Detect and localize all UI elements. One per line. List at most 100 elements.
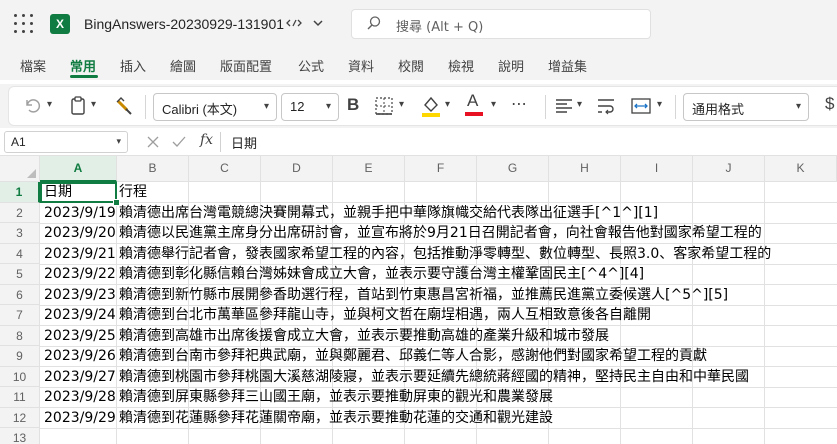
spreadsheet-grid[interactable]: A B C D E F G H I J K 1 日期 行程 2 2023/9/1… [0, 156, 837, 444]
cell-date[interactable]: 2023/9/20 [44, 223, 116, 243]
column-header-e[interactable]: E [333, 156, 405, 182]
search-input[interactable]: 搜尋 (Alt + Q) [396, 16, 483, 35]
row-header[interactable]: 12 [0, 407, 40, 428]
undo-chevron-icon[interactable]: ▾ [47, 99, 52, 110]
row-header[interactable]: 11 [0, 387, 40, 408]
cell-itinerary[interactable]: 賴清德到台北市萬華區參拜龍山寺，並與柯文哲在廟埕相遇，兩人互相致意後各自離開 [119, 305, 837, 325]
cell-itinerary[interactable]: 賴清德出席台灣電競總決賽開幕式，並親手把中華隊旗幟交給代表隊出征選手[^1^][… [119, 203, 837, 223]
wrap-text-icon[interactable] [597, 97, 615, 115]
chevron-down-icon: ▾ [263, 101, 269, 112]
row-header[interactable]: 6 [0, 284, 40, 305]
cell-date[interactable]: 2023/9/28 [44, 387, 116, 407]
fill-handle[interactable] [113, 199, 120, 206]
tab-insert[interactable]: 插入 [120, 56, 146, 75]
cell-date[interactable]: 2023/9/22 [44, 264, 116, 284]
cell-itinerary[interactable]: 賴清德到屏東縣參拜三山國王廟，並表示要推動屏東的觀光和農業發展 [119, 387, 837, 407]
fill-color-icon[interactable] [421, 94, 441, 118]
borders-icon[interactable] [375, 97, 393, 115]
title-bar: X BingAnswers-20230929-131901 搜尋 (Alt + … [0, 0, 837, 48]
row-header[interactable]: 13 [0, 428, 40, 444]
cell-date[interactable]: 2023/9/24 [44, 305, 116, 325]
cancel-icon[interactable] [146, 135, 160, 149]
cell-itinerary[interactable]: 賴清德到桃園市參拜桃園大溪慈湖陵寢，並表示要延續先總統蔣經國的精神，堅持民主自由… [119, 367, 837, 387]
bold-button[interactable]: B [347, 95, 359, 115]
row-header[interactable]: 4 [0, 243, 40, 264]
document-title[interactable]: BingAnswers-20230929-131901 [84, 14, 284, 34]
cell-itinerary[interactable]: 賴清德到新竹縣市展開參香助選行程，首站到竹東惠昌宮祈福，並推薦民進黨立委候選人[… [119, 285, 837, 305]
merge-cells-icon[interactable] [631, 97, 651, 115]
cell-itinerary[interactable]: 行程 [119, 182, 837, 202]
format-painter-icon[interactable] [115, 96, 135, 116]
column-header-g[interactable]: G [477, 156, 549, 182]
font-color-chevron-icon[interactable]: ▾ [491, 99, 496, 110]
paste-icon[interactable] [69, 96, 87, 116]
active-cell-border [40, 182, 117, 203]
tab-review[interactable]: 校閱 [398, 56, 424, 75]
cell-itinerary[interactable]: 賴清德到花蓮縣參拜花蓮關帝廟，並表示要推動花蓮的交通和觀光建設 [119, 408, 837, 428]
tab-file[interactable]: 檔案 [20, 56, 46, 75]
number-format-select[interactable]: 通用格式 ▾ [683, 93, 809, 121]
row-header[interactable]: 5 [0, 264, 40, 285]
row-header[interactable]: 9 [0, 346, 40, 367]
column-header-a[interactable]: A [40, 156, 117, 182]
font-color-button[interactable]: A [467, 91, 478, 111]
paste-chevron-icon[interactable]: ▾ [91, 99, 96, 110]
undo-icon[interactable] [23, 96, 41, 114]
select-all-corner[interactable] [0, 156, 40, 182]
column-header-b[interactable]: B [117, 156, 189, 182]
tab-addins[interactable]: 增益集 [548, 56, 587, 75]
cell-itinerary[interactable] [119, 428, 837, 444]
row-header[interactable]: 1 [0, 182, 40, 203]
chevron-down-icon[interactable] [312, 17, 324, 29]
tab-home[interactable]: 常用 [70, 56, 96, 75]
cell-date[interactable]: 2023/9/26 [44, 346, 116, 366]
tab-data[interactable]: 資料 [348, 56, 374, 75]
tab-help[interactable]: 說明 [498, 56, 524, 75]
merge-chevron-icon[interactable]: ▾ [657, 99, 662, 110]
column-header-c[interactable]: C [189, 156, 261, 182]
cell-date[interactable]: 2023/9/27 [44, 367, 116, 387]
column-header-i[interactable]: I [621, 156, 693, 182]
row-header[interactable]: 10 [0, 366, 40, 387]
more-options-icon[interactable]: ⋯ [511, 94, 527, 113]
cell-itinerary[interactable]: 賴清德以民進黨主席身分出席研討會，並宣布將於9月21日召開記者會，向社會報告他對… [119, 223, 837, 243]
column-header-h[interactable]: H [549, 156, 621, 182]
name-box[interactable]: A1 ▾ [4, 131, 128, 153]
currency-format-button[interactable]: $ [825, 94, 834, 114]
column-header-d[interactable]: D [261, 156, 333, 182]
column-header-f[interactable]: F [405, 156, 477, 182]
tab-page-layout[interactable]: 版面配置 [220, 56, 272, 75]
cell-date[interactable]: 2023/9/25 [44, 326, 116, 346]
cell-itinerary[interactable]: 賴清德舉行記者會，發表國家希望工程的內容，包括推動淨零轉型、數位轉型、長照3.0… [119, 244, 837, 264]
row-header[interactable]: 2 [0, 202, 40, 223]
search-box[interactable]: 搜尋 (Alt + Q) [351, 9, 651, 39]
tab-draw[interactable]: 繪圖 [170, 56, 196, 75]
tab-view[interactable]: 檢視 [448, 56, 474, 75]
font-name-select[interactable]: Calibri (本文) ▾ [153, 93, 277, 121]
formula-input[interactable]: 日期 [231, 133, 257, 152]
tab-formulas[interactable]: 公式 [298, 56, 324, 75]
borders-chevron-icon[interactable]: ▾ [399, 99, 404, 110]
cell-date[interactable]: 2023/9/21 [44, 244, 116, 264]
cell-itinerary[interactable]: 賴清德到彰化縣信賴台灣姊妹會成立大會，並表示要守護台灣主權鞏固民主[^4^][4… [119, 264, 837, 284]
font-size-select[interactable]: 12 ▾ [281, 93, 339, 121]
align-chevron-icon[interactable]: ▾ [577, 99, 582, 110]
column-header-j[interactable]: J [693, 156, 765, 182]
column-header-k[interactable]: K [765, 156, 837, 182]
row-header[interactable]: 3 [0, 223, 40, 244]
align-icon[interactable] [555, 97, 573, 115]
cell-date[interactable] [44, 428, 116, 444]
waffle-icon[interactable] [14, 14, 34, 34]
cell-itinerary[interactable]: 賴清德到台南市參拜祀典武廟，並與鄭麗君、邱義仁等人合影，感謝他們對國家希望工程的… [119, 346, 837, 366]
cell-date[interactable]: 2023/9/29 [44, 408, 116, 428]
table-row: 13 [0, 428, 837, 444]
cell-date[interactable]: 2023/9/23 [44, 285, 116, 305]
row-header[interactable]: 8 [0, 325, 40, 346]
row-header[interactable]: 7 [0, 305, 40, 326]
cell-itinerary[interactable]: 賴清德到高雄市出席後援會成立大會，並表示要推動高雄的產業升級和城市發展 [119, 326, 837, 346]
enter-check-icon[interactable] [172, 135, 186, 149]
insert-function-icon[interactable]: fx [200, 132, 213, 148]
save-status-icon[interactable] [286, 15, 302, 31]
fill-color-chevron-icon[interactable]: ▾ [445, 99, 450, 110]
cell-date[interactable]: 2023/9/19 [44, 203, 116, 223]
